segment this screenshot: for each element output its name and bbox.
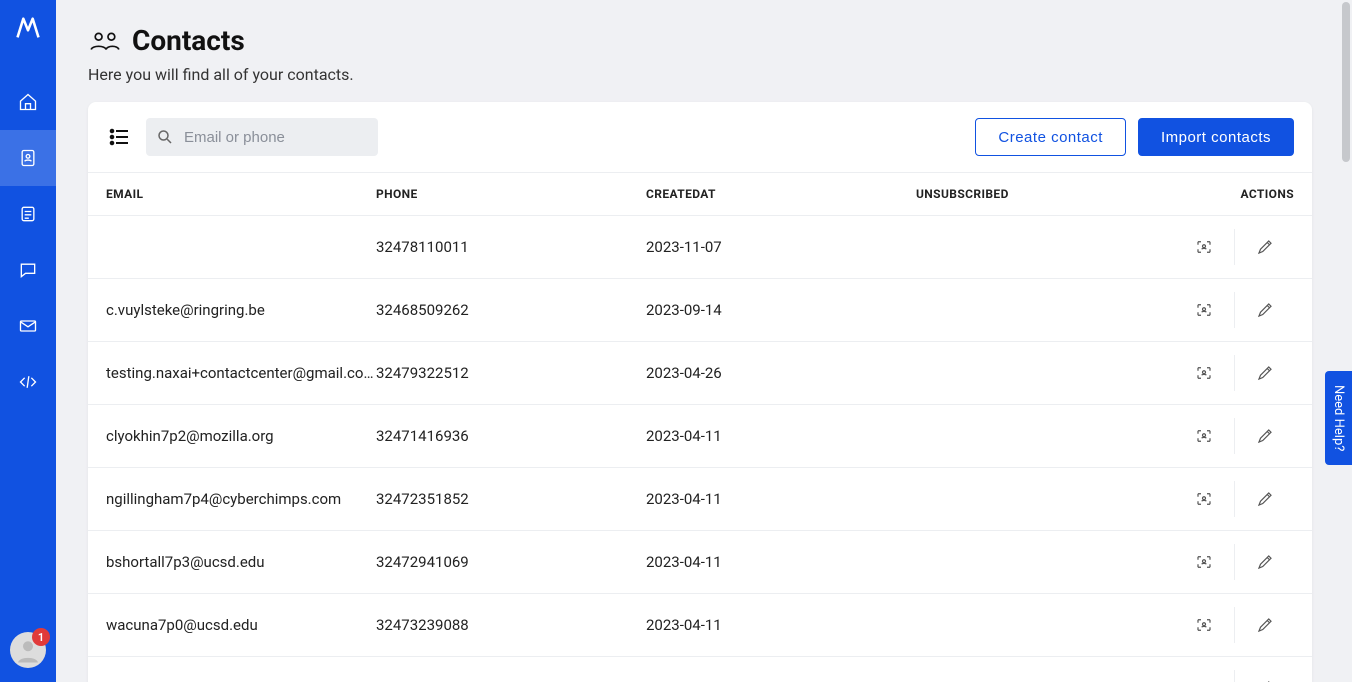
- table-header: EMAIL PHONE CREATEDAT UNSUBSCRIBED ACTIO…: [88, 173, 1312, 216]
- view-contact-button[interactable]: [1174, 418, 1234, 454]
- table-row[interactable]: wacuna7p0@ucsd.edu324732390882023-04-11: [88, 594, 1312, 657]
- toolbar: Create contact Import contacts: [88, 102, 1312, 173]
- view-icon: [1195, 238, 1213, 256]
- cell-phone: 32472351852: [376, 490, 646, 508]
- cell-createdat: 2023-04-11: [646, 427, 916, 445]
- app-logo[interactable]: [12, 12, 44, 44]
- home-icon: [18, 92, 38, 112]
- edit-contact-button[interactable]: [1234, 607, 1294, 643]
- notification-badge: 1: [32, 628, 50, 646]
- cell-createdat: 2023-04-11: [646, 553, 916, 571]
- cell-email: bshortall7p3@ucsd.edu: [106, 553, 376, 571]
- col-header-unsubscribed[interactable]: UNSUBSCRIBED: [916, 187, 1146, 201]
- view-contact-button[interactable]: [1174, 670, 1234, 682]
- contacts-icon: [18, 148, 38, 168]
- table-row[interactable]: testing.naxai+contactcenter@gmail.com324…: [88, 342, 1312, 405]
- nav-chat[interactable]: [0, 242, 56, 298]
- table-row[interactable]: 324781100112023-11-07: [88, 216, 1312, 279]
- create-contact-button[interactable]: Create contact: [975, 118, 1126, 156]
- edit-icon: [1256, 238, 1274, 256]
- col-header-actions: ACTIONS: [1146, 187, 1294, 201]
- edit-icon: [1256, 301, 1274, 319]
- mail-icon: [18, 316, 38, 336]
- cell-phone: 32479322512: [376, 364, 646, 382]
- cell-email: clyokhin7p2@mozilla.org: [106, 427, 376, 445]
- sidebar: 1: [0, 0, 56, 682]
- nav-forms[interactable]: [0, 186, 56, 242]
- col-header-email[interactable]: EMAIL: [106, 187, 376, 201]
- view-contact-button[interactable]: [1174, 229, 1234, 265]
- cell-phone: 32478110011: [376, 238, 646, 256]
- table-row[interactable]: mmellanby7oy@jalbum.net324734425552023-0…: [88, 657, 1312, 682]
- cell-phone: 32472941069: [376, 553, 646, 571]
- edit-contact-button[interactable]: [1234, 670, 1294, 682]
- view-icon: [1195, 616, 1213, 634]
- user-avatar[interactable]: 1: [10, 632, 46, 668]
- help-tab[interactable]: Need Help?: [1325, 371, 1352, 465]
- cell-createdat: 2023-04-26: [646, 364, 916, 382]
- view-contact-button[interactable]: [1174, 481, 1234, 517]
- contacts-table-card: Create contact Import contacts EMAIL PHO…: [88, 102, 1312, 682]
- cell-phone: 32473239088: [376, 616, 646, 634]
- search-input[interactable]: [146, 118, 378, 156]
- edit-contact-button[interactable]: [1234, 418, 1294, 454]
- cell-email: wacuna7p0@ucsd.edu: [106, 616, 376, 634]
- nav-mail[interactable]: [0, 298, 56, 354]
- cell-createdat: 2023-11-07: [646, 238, 916, 256]
- chat-icon: [18, 260, 38, 280]
- view-icon: [1195, 427, 1213, 445]
- table-row[interactable]: ngillingham7p4@cyberchimps.com3247235185…: [88, 468, 1312, 531]
- list-view-toggle[interactable]: [106, 123, 134, 151]
- col-header-createdat[interactable]: CREATEDAT: [646, 187, 916, 201]
- cell-phone: 32471416936: [376, 427, 646, 445]
- col-header-phone[interactable]: PHONE: [376, 187, 646, 201]
- nav-code[interactable]: [0, 354, 56, 410]
- cell-createdat: 2023-04-11: [646, 616, 916, 634]
- cell-phone: 32468509262: [376, 301, 646, 319]
- table-row[interactable]: clyokhin7p2@mozilla.org324714169362023-0…: [88, 405, 1312, 468]
- edit-icon: [1256, 616, 1274, 634]
- form-icon: [18, 204, 38, 224]
- view-contact-button[interactable]: [1174, 544, 1234, 580]
- view-icon: [1195, 490, 1213, 508]
- cell-createdat: 2023-09-14: [646, 301, 916, 319]
- table-row[interactable]: bshortall7p3@ucsd.edu324729410692023-04-…: [88, 531, 1312, 594]
- view-contact-button[interactable]: [1174, 607, 1234, 643]
- scrollbar[interactable]: [1342, 2, 1350, 162]
- table-row[interactable]: c.vuylsteke@ringring.be324685092622023-0…: [88, 279, 1312, 342]
- edit-contact-button[interactable]: [1234, 292, 1294, 328]
- edit-icon: [1256, 364, 1274, 382]
- edit-contact-button[interactable]: [1234, 481, 1294, 517]
- edit-contact-button[interactable]: [1234, 355, 1294, 391]
- cell-createdat: 2023-04-11: [646, 490, 916, 508]
- edit-icon: [1256, 427, 1274, 445]
- list-icon: [108, 125, 132, 149]
- nav-contacts[interactable]: [0, 130, 56, 186]
- edit-contact-button[interactable]: [1234, 229, 1294, 265]
- edit-icon: [1256, 553, 1274, 571]
- view-icon: [1195, 364, 1213, 382]
- main-content: Contacts Here you will find all of your …: [56, 0, 1352, 682]
- edit-contact-button[interactable]: [1234, 544, 1294, 580]
- view-icon: [1195, 301, 1213, 319]
- people-icon: [88, 26, 122, 56]
- import-contacts-button[interactable]: Import contacts: [1138, 118, 1294, 156]
- view-contact-button[interactable]: [1174, 292, 1234, 328]
- page-title: Contacts: [132, 24, 245, 57]
- edit-icon: [1256, 490, 1274, 508]
- code-icon: [18, 372, 38, 392]
- search-icon: [156, 128, 174, 146]
- view-icon: [1195, 553, 1213, 571]
- view-contact-button[interactable]: [1174, 355, 1234, 391]
- cell-email: testing.naxai+contactcenter@gmail.com: [106, 364, 376, 382]
- nav-home[interactable]: [0, 74, 56, 130]
- page-subtitle: Here you will find all of your contacts.: [88, 65, 1312, 84]
- cell-email: ngillingham7p4@cyberchimps.com: [106, 490, 376, 508]
- cell-email: c.vuylsteke@ringring.be: [106, 301, 376, 319]
